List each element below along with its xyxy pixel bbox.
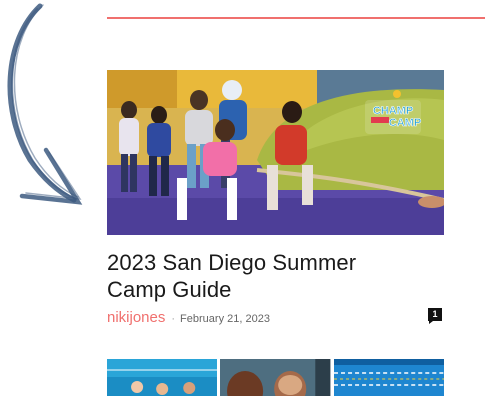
kids-photo-icon[interactable]	[220, 359, 331, 396]
pool-icon[interactable]	[107, 359, 218, 396]
meta-separator: ·	[171, 313, 176, 325]
sign-line-2: CAMP	[389, 117, 421, 129]
author-link[interactable]: nikijones	[107, 309, 165, 326]
curved-arrow-icon	[7, 3, 83, 205]
post-featured-image[interactable]: CHAMP CAMP	[107, 70, 444, 235]
pool-lanes-icon[interactable]	[333, 359, 444, 396]
comment-count[interactable]: 1	[427, 308, 443, 321]
next-post-thumbnails[interactable]	[107, 359, 444, 396]
post-title[interactable]: 2023 San Diego Summer Camp Guide	[107, 249, 407, 303]
top-divider	[107, 17, 485, 19]
post-date: February 21, 2023	[180, 313, 270, 325]
post-meta: nikijones · February 21, 2023	[107, 309, 270, 326]
sign-line-1: CHAMP	[373, 105, 413, 117]
